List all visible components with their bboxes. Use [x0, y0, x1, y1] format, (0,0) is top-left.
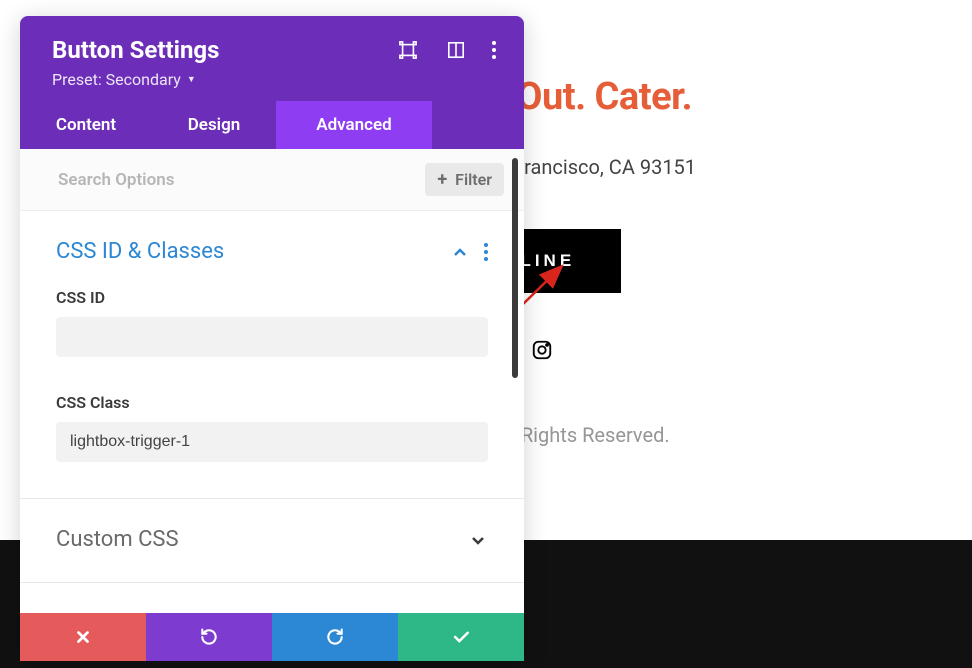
chevron-up-icon[interactable] — [450, 242, 470, 262]
button-settings-panel: Button Settings Preset: Secondary ▼ Cont… — [20, 16, 524, 661]
tab-advanced[interactable]: Advanced — [276, 101, 432, 149]
label-css-class: CSS Class — [56, 393, 488, 412]
section-custom-css: Custom CSS — [56, 527, 488, 552]
more-menu-icon[interactable] — [492, 41, 496, 59]
preset-dropdown[interactable]: Preset: Secondary ▼ — [52, 70, 492, 89]
input-css-class[interactable] — [56, 422, 488, 462]
section-title-css: CSS ID & Classes — [56, 239, 450, 264]
section-title-customcss: Custom CSS — [56, 527, 468, 552]
panel-header-actions — [396, 38, 496, 62]
filter-button[interactable]: + Filter — [425, 163, 504, 196]
field-css-class: CSS Class — [56, 393, 488, 462]
section-header-customcss[interactable]: Custom CSS — [56, 527, 488, 552]
preset-label: Preset: Secondary — [52, 70, 181, 89]
panel-body: CSS ID & Classes CSS ID CSS Class Custom… — [20, 211, 524, 613]
caret-down-icon: ▼ — [187, 74, 196, 85]
tab-design[interactable]: Design — [152, 101, 276, 149]
panel-header: Button Settings Preset: Secondary ▼ — [20, 16, 524, 101]
instagram-icon[interactable] — [531, 339, 553, 361]
section-header-css[interactable]: CSS ID & Classes — [56, 239, 488, 264]
search-input[interactable]: Search Options — [58, 170, 174, 190]
filter-label: Filter — [455, 170, 492, 189]
field-css-id: CSS ID — [56, 288, 488, 357]
label-css-id: CSS ID — [56, 288, 488, 307]
responsive-icon[interactable] — [444, 38, 468, 62]
input-css-id[interactable] — [56, 317, 488, 357]
cancel-button[interactable] — [20, 613, 146, 661]
expand-icon[interactable] — [396, 38, 420, 62]
search-row: Search Options + Filter — [20, 149, 524, 211]
chevron-down-icon[interactable] — [468, 530, 488, 550]
section-css-id-classes: CSS ID & Classes CSS ID CSS Class — [56, 239, 488, 462]
section-title-attributes: Attributes — [56, 611, 468, 613]
confirm-button[interactable] — [398, 613, 524, 661]
divider — [20, 582, 524, 583]
section-more-icon[interactable] — [484, 243, 488, 261]
redo-button[interactable] — [272, 613, 398, 661]
panel-footer — [20, 613, 524, 661]
divider — [20, 498, 524, 499]
scrollbar-thumb[interactable] — [512, 158, 518, 378]
section-header-attributes[interactable]: Attributes — [56, 611, 488, 613]
tab-content[interactable]: Content — [20, 101, 152, 149]
section-attributes: Attributes — [56, 611, 488, 613]
tabs-row: Content Design Advanced — [20, 101, 524, 149]
plus-icon: + — [437, 169, 447, 190]
undo-button[interactable] — [146, 613, 272, 661]
